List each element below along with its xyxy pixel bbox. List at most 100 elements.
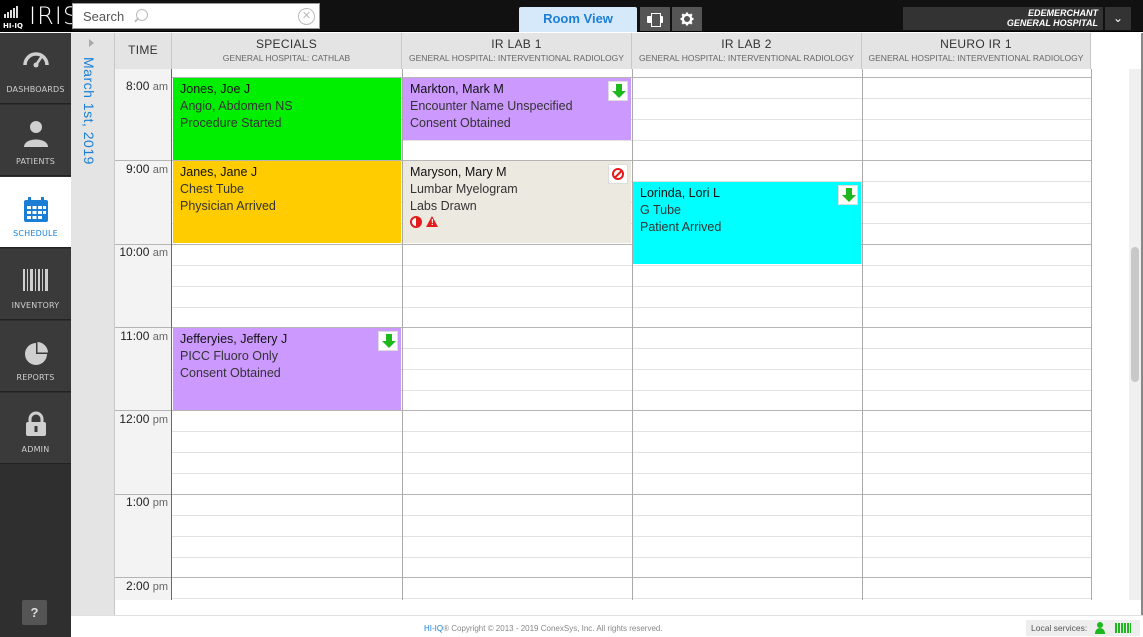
room-name: SPECIALS xyxy=(255,37,318,51)
user-facility: GENERAL HOSPITAL xyxy=(1006,18,1098,28)
tab-room-view[interactable]: Room View xyxy=(519,7,637,32)
footer: HI-IQ® Copyright © 2013 - 2019 ConexSys,… xyxy=(71,615,1143,637)
procedure-name: Chest Tube xyxy=(180,182,244,196)
time-label-hour: 9:00 xyxy=(126,162,150,176)
appointment-status: Physician Arrived xyxy=(180,199,276,213)
room-name: NEURO IR 1 xyxy=(940,37,1012,51)
sidebar-item-inventory[interactable]: INVENTORY xyxy=(0,249,71,320)
sidebar-item-label: INVENTORY xyxy=(11,301,60,310)
sidebar-item-admin[interactable]: ADMIN xyxy=(0,393,71,464)
schedule-grid[interactable]: 8:00 am 9:00 am 10:00 am 11:00 am 12:00 … xyxy=(115,69,1092,600)
status-flag[interactable] xyxy=(608,81,628,101)
appointment-card[interactable]: Lorinda, Lori L G Tube Patient Arrived xyxy=(633,182,861,264)
time-label: 1:00 pm xyxy=(115,495,171,509)
sidebar: DASHBOARDS PATIENTS SCHEDULE INVENTORY R… xyxy=(0,33,71,637)
time-tick xyxy=(115,577,172,578)
half-circle-icon[interactable] xyxy=(410,216,422,228)
status-flag[interactable] xyxy=(378,331,398,351)
sidebar-item-reports[interactable]: REPORTS xyxy=(0,321,71,392)
appointment-status: Labs Drawn xyxy=(410,199,477,213)
barcode-icon[interactable] xyxy=(1115,623,1131,633)
patient-name: Janes, Jane J xyxy=(180,165,258,179)
status-flag[interactable] xyxy=(838,185,858,205)
user-menu-button[interactable]: ⌄ xyxy=(1105,7,1131,30)
sidebar-item-schedule[interactable]: SCHEDULE xyxy=(0,177,71,248)
time-header-label: TIME xyxy=(128,43,158,57)
appointment-card[interactable]: Markton, Mark M Encounter Name Unspecifi… xyxy=(403,78,631,140)
time-label: 8:00 am xyxy=(115,79,171,93)
time-label-ampm: am xyxy=(152,164,168,176)
time-label-ampm: am xyxy=(152,331,168,343)
patient-name: Markton, Mark M xyxy=(410,82,504,96)
patient-name: Maryson, Mary M xyxy=(410,165,507,179)
user-info[interactable]: EDEMERCHANT GENERAL HOSPITAL xyxy=(903,7,1103,30)
copyright-brand[interactable]: HI-IQ xyxy=(424,624,443,633)
appointment-card[interactable]: Janes, Jane J Chest Tube Physician Arriv… xyxy=(173,161,401,243)
local-services: Local services: xyxy=(1026,620,1140,636)
local-services-label: Local services: xyxy=(1031,623,1088,633)
column-divider xyxy=(862,69,863,600)
search-icon[interactable] xyxy=(133,8,149,24)
search-input[interactable] xyxy=(83,8,133,24)
time-label-ampm: am xyxy=(152,247,168,259)
sidebar-item-label: ADMIN xyxy=(21,445,50,454)
appointment-status: Consent Obtained xyxy=(410,116,511,130)
procedure-name: Encounter Name Unspecified xyxy=(410,99,573,113)
appointment-status: Patient Arrived xyxy=(640,220,722,234)
time-label: 12:00 pm xyxy=(115,412,171,426)
room-header-neuro-ir-1[interactable]: NEURO IR 1 GENERAL HOSPITAL: INTERVENTIO… xyxy=(862,33,1091,69)
logo-hiq-text: HI-IQ xyxy=(3,22,23,30)
room-subtitle: GENERAL HOSPITAL: CATHLAB xyxy=(222,53,351,63)
copyright: HI-IQ® Copyright © 2013 - 2019 ConexSys,… xyxy=(424,624,663,633)
chevron-down-icon: ⌄ xyxy=(1112,11,1124,25)
procedure-name: Angio, Abdomen NS xyxy=(180,99,293,113)
patient-name: Jones, Joe J xyxy=(180,82,251,96)
time-label-hour: 10:00 xyxy=(119,245,150,259)
print-button[interactable] xyxy=(640,7,670,31)
room-name: IR LAB 1 xyxy=(491,37,542,51)
person-icon[interactable] xyxy=(1095,622,1105,634)
procedure-name: G Tube xyxy=(640,203,681,217)
alert-icons: ! xyxy=(410,216,624,228)
room-subtitle: GENERAL HOSPITAL: INTERVENTIONAL RADIOLO… xyxy=(868,53,1084,63)
schedule-date[interactable]: March 1st, 2019 xyxy=(81,57,97,165)
calendar-icon xyxy=(24,197,48,222)
sidebar-item-patients[interactable]: PATIENTS xyxy=(0,105,71,176)
sidebar-item-dashboards[interactable]: DASHBOARDS xyxy=(0,33,71,104)
appointment-card[interactable]: Maryson, Mary M Lumbar Myelogram Labs Dr… xyxy=(403,161,631,243)
current-time-line xyxy=(171,69,172,600)
time-label-ampm: pm xyxy=(152,497,168,509)
search-box[interactable]: ✕ xyxy=(72,3,320,29)
room-header-ir-lab-2[interactable]: IR LAB 2 GENERAL HOSPITAL: INTERVENTIONA… xyxy=(632,33,862,69)
appointment-status: Procedure Started xyxy=(180,116,282,130)
column-divider xyxy=(632,69,633,600)
appointment-card[interactable]: Jones, Joe J Angio, Abdomen NS Procedure… xyxy=(173,78,401,160)
time-label-hour: 11:00 xyxy=(120,329,150,343)
appointment-status: Consent Obtained xyxy=(180,366,281,380)
vertical-scrollbar[interactable] xyxy=(1129,69,1141,600)
status-flag[interactable] xyxy=(608,164,628,184)
help-button[interactable]: ? xyxy=(22,600,47,625)
barcode-icon xyxy=(23,269,48,291)
settings-button[interactable] xyxy=(672,7,702,31)
time-label: 9:00 am xyxy=(115,162,171,176)
gauge-icon xyxy=(23,52,49,68)
time-label-ampm: am xyxy=(152,81,168,93)
app-logo: HI-IQ IRIS xyxy=(0,0,78,32)
room-subtitle: GENERAL HOSPITAL: INTERVENTIONAL RADIOLO… xyxy=(639,53,854,63)
user-name: EDEMERCHANT xyxy=(1027,8,1098,18)
expand-arrow-icon[interactable] xyxy=(89,39,94,47)
room-header-specials[interactable]: SPECIALS GENERAL HOSPITAL: CATHLAB xyxy=(172,33,402,69)
time-column-header: TIME xyxy=(115,33,172,69)
patient-name: Lorinda, Lori L xyxy=(640,186,720,200)
time-label-hour: 2:00 xyxy=(126,579,150,593)
warning-icon[interactable]: ! xyxy=(426,216,438,227)
appointment-card[interactable]: Jefferyies, Jeffery J PICC Fluoro Only C… xyxy=(173,328,401,410)
pie-chart-icon xyxy=(25,342,48,365)
clear-search-icon[interactable]: ✕ xyxy=(298,8,315,25)
time-tick xyxy=(115,327,172,328)
scrollbar-thumb[interactable] xyxy=(1131,247,1139,382)
room-header-ir-lab-1[interactable]: IR LAB 1 GENERAL HOSPITAL: INTERVENTIONA… xyxy=(402,33,632,69)
time-label: 11:00 am xyxy=(115,329,171,343)
date-strip: March 1st, 2019 xyxy=(71,33,115,615)
